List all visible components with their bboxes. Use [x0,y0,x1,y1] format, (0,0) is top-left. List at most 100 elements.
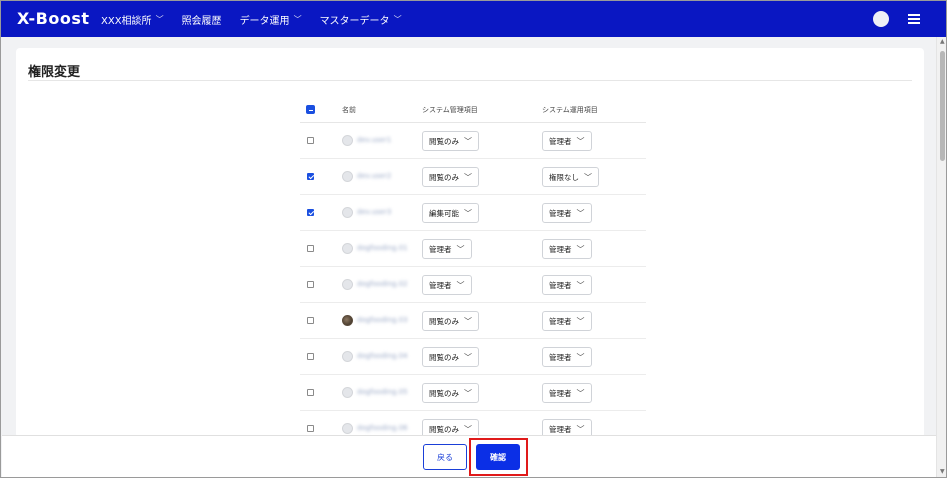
permissions-table: 名前 システム管理項目 システム運用項目 dev.user1 閲覧のみ ﹀ 管理者 ﹀ d… [300,96,646,438]
system-ops-select[interactable]: 権限なし ﹀ [542,167,599,187]
nav-item-label: マスターデータ [319,15,390,27]
back-button[interactable]: 戻る [423,444,467,470]
select-value: 編集可能 [429,208,459,218]
system-admin-select[interactable]: 閲覧のみ ﹀ [422,383,479,403]
user-name: dev.user3 [357,208,392,216]
user-avatar-icon [342,315,353,326]
table-row: dogfooding.03 閲覧のみ ﹀ 管理者 ﹀ [300,303,646,339]
chevron-down-icon: ﹀ [576,280,585,290]
nav-item-inquiry-history[interactable]: 照会履歴 [182,12,222,27]
scroll-up-arrow-icon[interactable]: ▲ [940,39,945,45]
user-name: dogfooding.04 [357,352,408,360]
system-admin-select[interactable]: 管理者 ﹀ [422,275,472,295]
user-avatar-icon [342,387,353,398]
top-nav-bar: X-Boost XXX相談所 ﹀ 照会履歴 データ運用 ﹀ マスターデータ ﹀ [1,1,946,37]
nav-item-master-data[interactable]: マスターデータ ﹀ [320,12,402,27]
hamburger-menu-icon[interactable] [908,14,920,24]
row-checkbox[interactable] [307,281,314,288]
user-name: dev.user2 [357,172,392,180]
table-row: dogfooding.02 管理者 ﹀ 管理者 ﹀ [300,267,646,303]
select-value: 管理者 [429,280,452,290]
chevron-down-icon: ﹀ [464,424,472,434]
chevron-down-icon: ﹀ [464,352,472,362]
select-all-checkbox[interactable] [306,105,315,114]
select-value: 閲覧のみ [429,352,459,362]
system-ops-select[interactable]: 管理者 ﹀ [542,311,592,331]
nav-item-data-operations[interactable]: データ運用 ﹀ [240,12,302,27]
user-avatar-icon[interactable] [873,11,889,27]
app-logo[interactable]: X-Boost [17,9,90,28]
table-row: dogfooding.01 管理者 ﹀ 管理者 ﹀ [300,231,646,267]
scroll-down-arrow-icon[interactable]: ▼ [940,469,945,475]
table-header: 名前 システム管理項目 システム運用項目 [300,96,646,123]
chevron-down-icon: ﹀ [576,424,585,434]
chevron-down-icon: ﹀ [393,14,402,24]
select-value: 管理者 [549,244,572,254]
system-admin-select[interactable]: 閲覧のみ ﹀ [422,131,479,151]
page-title: 権限変更 [28,65,81,80]
chevron-down-icon: ﹀ [584,172,592,182]
user-avatar-icon [342,207,353,218]
user-avatar-icon [342,423,353,434]
system-ops-select[interactable]: 管理者 ﹀ [542,131,592,151]
system-admin-select[interactable]: 閲覧のみ ﹀ [422,167,479,187]
select-value: 管理者 [549,424,572,434]
row-checkbox[interactable] [307,173,314,180]
nav-item-label: データ運用 [239,15,290,27]
main-nav: XXX相談所 ﹀ 照会履歴 データ運用 ﹀ マスターデータ ﹀ [101,1,420,37]
row-checkbox[interactable] [307,137,314,144]
chevron-down-icon: ﹀ [464,388,472,398]
permissions-card: 権限変更 名前 システム管理項目 システム運用項目 dev.user1 閲覧のみ ﹀… [16,48,924,438]
system-ops-select[interactable]: 管理者 ﹀ [542,239,592,259]
select-value: 管理者 [549,316,572,326]
row-checkbox[interactable] [307,317,314,324]
user-avatar-icon [342,171,353,182]
page-scrollbar[interactable]: ▲ ▼ [936,37,946,477]
table-body: dev.user1 閲覧のみ ﹀ 管理者 ﹀ dev.user2 閲覧のみ ﹀ 権限なし ﹀ dev… [300,123,646,438]
select-value: 管理者 [549,280,572,290]
select-value: 権限なし [549,172,579,182]
table-row: dogfooding.04 閲覧のみ ﹀ 管理者 ﹀ [300,339,646,375]
select-value: 管理者 [549,388,572,398]
table-row: dev.user1 閲覧のみ ﹀ 管理者 ﹀ [300,123,646,159]
user-name: dogfooding.02 [357,280,408,288]
scrollbar-thumb[interactable] [940,51,945,161]
select-value: 管理者 [549,352,572,362]
table-row: dogfooding.06 閲覧のみ ﹀ 管理者 ﹀ [300,411,646,438]
chevron-down-icon: ﹀ [576,244,585,254]
row-checkbox[interactable] [307,209,314,216]
select-value: 管理者 [549,208,572,218]
user-name: dogfooding.05 [357,388,408,396]
system-ops-select[interactable]: 管理者 ﹀ [542,383,592,403]
select-value: 閲覧のみ [429,172,459,182]
row-checkbox[interactable] [307,389,314,396]
system-admin-select[interactable]: 編集可能 ﹀ [422,203,479,223]
row-checkbox[interactable] [307,425,314,432]
select-value: 閲覧のみ [429,424,459,434]
user-avatar-icon [342,351,353,362]
system-admin-select[interactable]: 閲覧のみ ﹀ [422,347,479,367]
system-ops-select[interactable]: 管理者 ﹀ [542,275,592,295]
system-admin-select[interactable]: 閲覧のみ ﹀ [422,311,479,331]
table-row: dev.user3 編集可能 ﹀ 管理者 ﹀ [300,195,646,231]
select-value: 閲覧のみ [429,388,459,398]
system-ops-select[interactable]: 管理者 ﹀ [542,203,592,223]
chevron-down-icon: ﹀ [576,136,585,146]
nav-item-consultation-office[interactable]: XXX相談所 ﹀ [101,12,164,27]
chevron-down-icon: ﹀ [464,136,472,146]
row-checkbox[interactable] [307,245,314,252]
chevron-down-icon: ﹀ [464,316,472,326]
nav-item-label: 照会履歴 [181,15,222,27]
system-admin-select[interactable]: 管理者 ﹀ [422,239,472,259]
system-ops-select[interactable]: 管理者 ﹀ [542,347,592,367]
chevron-down-icon: ﹀ [456,280,465,290]
row-checkbox[interactable] [307,353,314,360]
chevron-down-icon: ﹀ [456,244,465,254]
table-row: dogfooding.05 閲覧のみ ﹀ 管理者 ﹀ [300,375,646,411]
confirm-button[interactable]: 確認 [476,444,520,470]
user-avatar-icon [342,135,353,146]
user-avatar-icon [342,243,353,254]
chevron-down-icon: ﹀ [576,208,585,218]
user-name: dogfooding.06 [357,424,408,432]
title-divider [28,80,912,81]
